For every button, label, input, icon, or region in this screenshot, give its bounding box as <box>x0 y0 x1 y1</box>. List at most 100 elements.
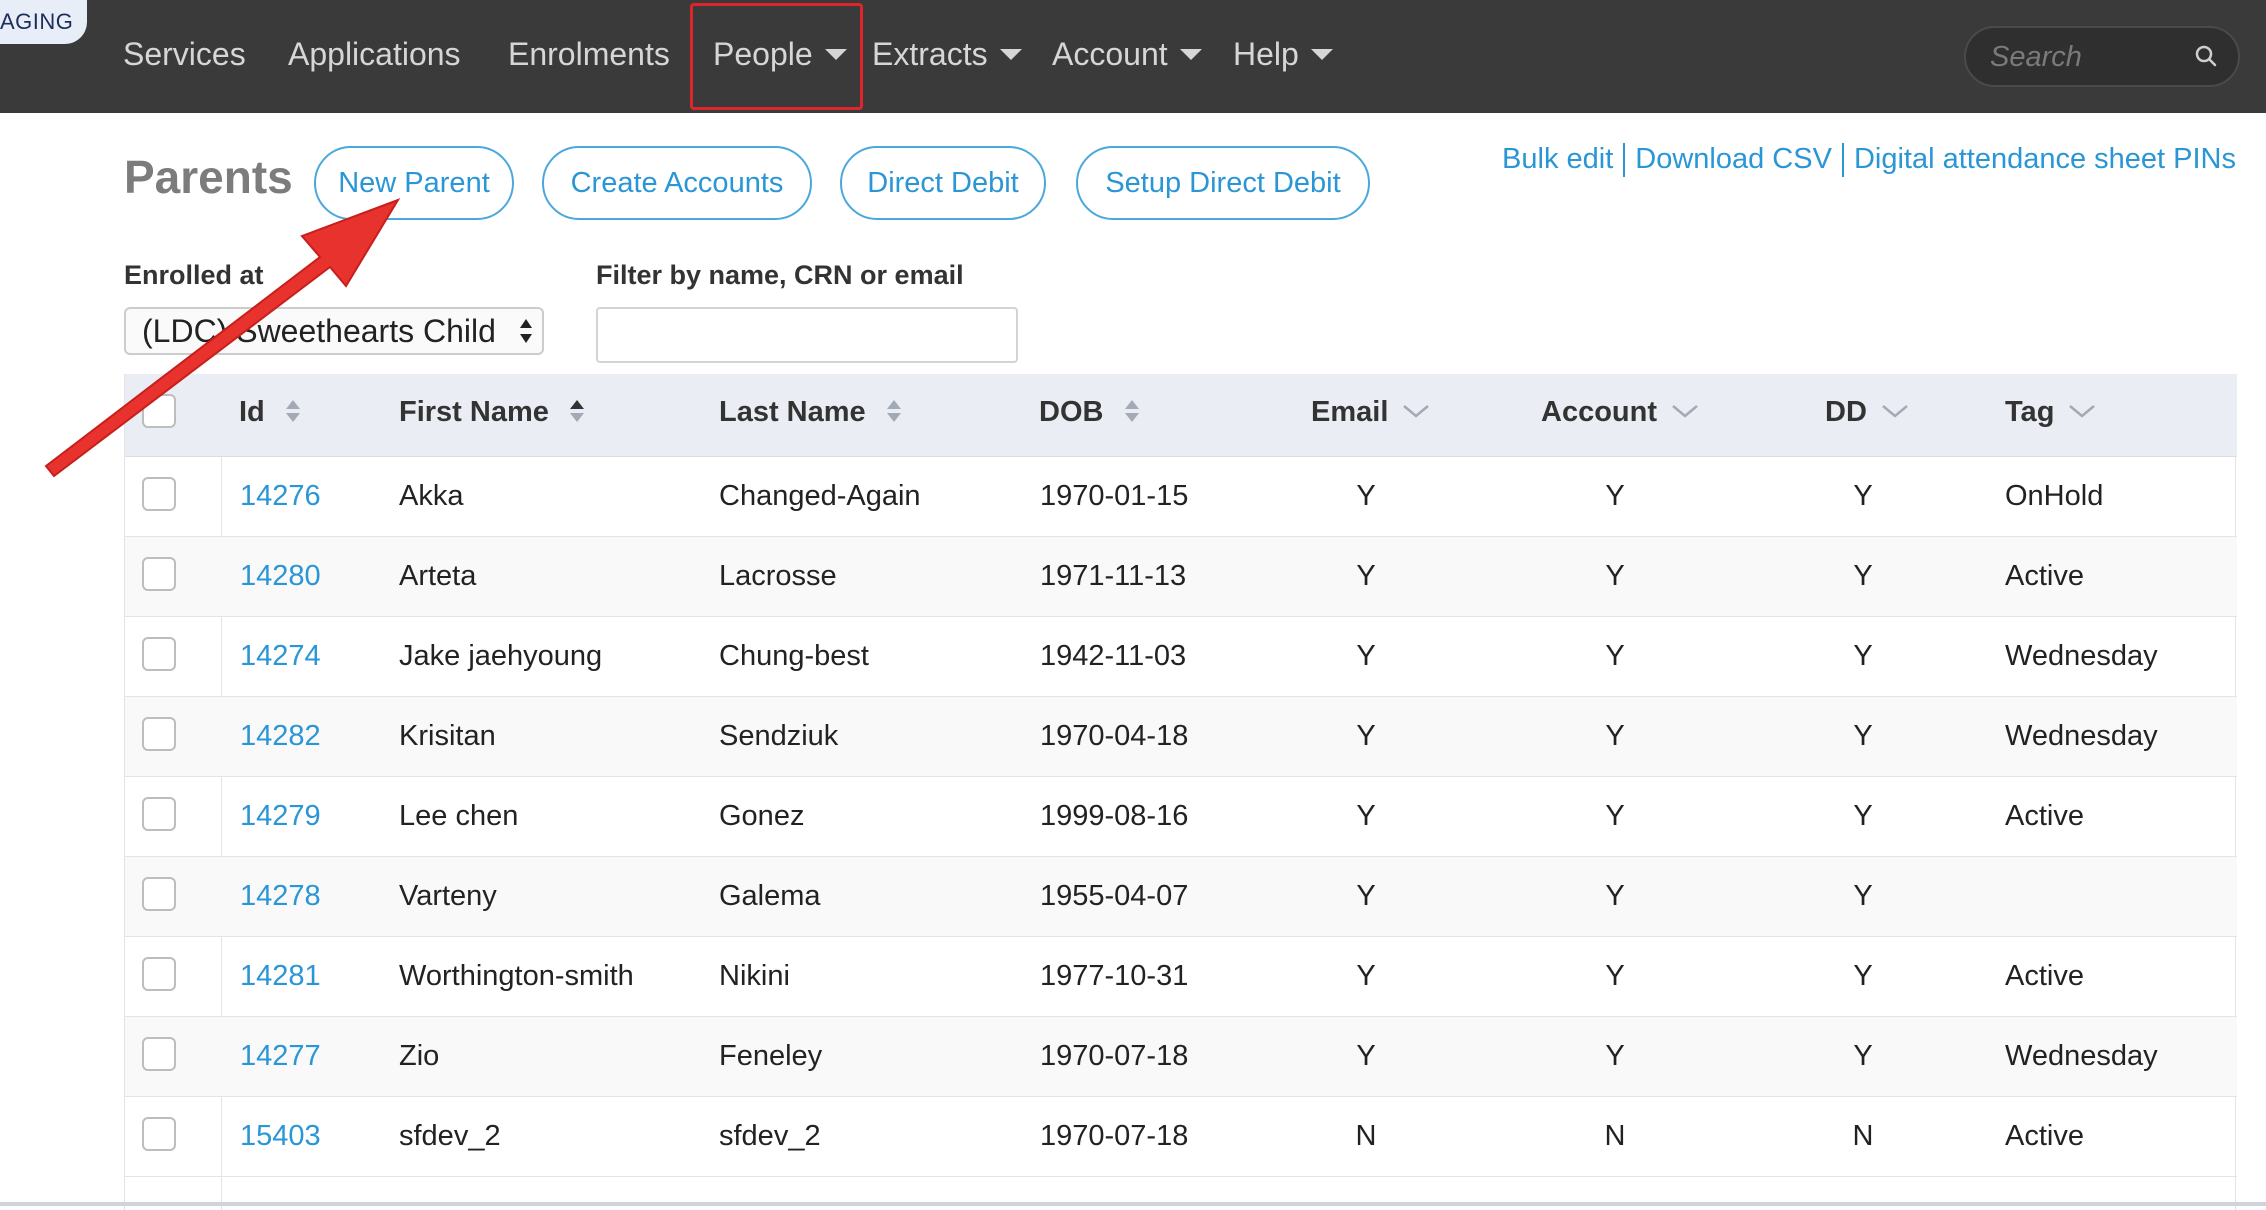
row-first-name: Varteny <box>399 880 497 912</box>
attendance-pins-link[interactable]: Digital attendance sheet PINs <box>1854 143 2236 175</box>
row-account: Y <box>1605 800 1625 832</box>
row-first-name: Arteta <box>399 560 477 592</box>
select-all-checkbox[interactable] <box>142 394 176 428</box>
row-account: N <box>1604 1120 1626 1152</box>
row-email: Y <box>1356 1040 1376 1072</box>
table-row[interactable]: 15403 sfdev_2 sfdev_2 1970-07-18 N N N A… <box>125 1097 2237 1177</box>
row-account: Y <box>1605 960 1625 992</box>
row-first-name: Lee chen <box>399 800 519 832</box>
nav-extracts-label: Extracts <box>872 36 988 72</box>
setup-direct-debit-button[interactable]: Setup Direct Debit <box>1076 146 1370 220</box>
filter-label: Filter by name, CRN or email <box>596 260 964 290</box>
nav-enrolments[interactable]: Enrolments <box>508 28 670 80</box>
table-row[interactable]: 14276 Akka Changed-Again 1970-01-15 Y Y … <box>125 457 2237 537</box>
enrolled-at-value: (LDC) Sweethearts Child <box>142 313 496 349</box>
row-id-link[interactable]: 14274 <box>240 640 321 673</box>
column-account[interactable]: Account <box>1541 396 1699 429</box>
row-checkbox[interactable] <box>142 637 176 671</box>
row-email: N <box>1355 1120 1377 1152</box>
row-id-link[interactable]: 14280 <box>240 560 321 593</box>
direct-debit-button[interactable]: Direct Debit <box>840 146 1046 220</box>
column-dd-label: DD <box>1825 396 1867 428</box>
table-row[interactable]: 14277 Zio Feneley 1970-07-18 Y Y Y Wedne… <box>125 1017 2237 1097</box>
table-row[interactable]: 14281 Worthington-smith Nikini 1977-10-3… <box>125 937 2237 1017</box>
row-checkbox[interactable] <box>142 1037 176 1071</box>
row-checkbox[interactable] <box>142 717 176 751</box>
nav-services[interactable]: Services <box>123 28 246 80</box>
row-account: Y <box>1605 480 1625 512</box>
row-last-name: Sendziuk <box>719 720 839 752</box>
row-checkbox[interactable] <box>142 957 176 991</box>
row-id-link[interactable]: 15403 <box>240 1120 321 1153</box>
nav-applications[interactable]: Applications <box>288 28 461 80</box>
row-email: Y <box>1356 480 1376 512</box>
new-parent-button[interactable]: New Parent <box>314 146 514 220</box>
table-row[interactable]: 14274 Jake jaehyoung Chung-best 1942-11-… <box>125 617 2237 697</box>
row-checkbox[interactable] <box>142 797 176 831</box>
row-tag: Active <box>2005 560 2084 592</box>
row-dd: Y <box>1853 480 1873 512</box>
row-dd: Y <box>1853 720 1873 752</box>
row-dob: 1970-04-18 <box>1040 720 1189 752</box>
row-last-name: Galema <box>719 880 821 912</box>
row-checkbox[interactable] <box>142 877 176 911</box>
column-last-name[interactable]: Last Name <box>719 396 902 429</box>
row-id-link[interactable]: 14276 <box>240 480 321 513</box>
row-id-link[interactable]: 14278 <box>240 880 321 913</box>
row-tag: Wednesday <box>2005 640 2158 672</box>
caret-down-icon <box>1310 49 1333 61</box>
column-tag[interactable]: Tag <box>2005 396 2096 429</box>
column-dob-label: DOB <box>1039 396 1104 428</box>
row-first-name: Krisitan <box>399 720 496 752</box>
search-icon[interactable] <box>2192 42 2222 72</box>
nav-help[interactable]: Help <box>1233 28 1333 80</box>
table-row[interactable]: 14279 Lee chen Gonez 1999-08-16 Y Y Y Ac… <box>125 777 2237 857</box>
row-dob: 1942-11-03 <box>1040 640 1187 672</box>
filter-input[interactable] <box>596 307 1018 363</box>
table-row[interactable]: 14282 Krisitan Sendziuk 1970-04-18 Y Y Y… <box>125 697 2237 777</box>
row-id-link[interactable]: 14277 <box>240 1040 321 1073</box>
row-email: Y <box>1356 640 1376 672</box>
table-row[interactable]: 14278 Varteny Galema 1955-04-07 Y Y Y <box>125 857 2237 937</box>
row-id-link[interactable]: 14282 <box>240 720 321 753</box>
nav-account[interactable]: Account <box>1052 28 1202 80</box>
row-id-link[interactable]: 14279 <box>240 800 321 833</box>
row-dd: Y <box>1853 640 1873 672</box>
enrolled-at-select[interactable]: (LDC) Sweethearts Child <box>124 307 544 355</box>
column-email[interactable]: Email <box>1311 396 1430 429</box>
row-tag: Wednesday <box>2005 1040 2158 1072</box>
table-header: Id First Name Last Name DOB Email Accoun… <box>125 374 2237 457</box>
row-id-link[interactable]: 14281 <box>240 960 321 993</box>
row-checkbox[interactable] <box>142 557 176 591</box>
column-first-name[interactable]: First Name <box>399 396 585 429</box>
download-csv-link[interactable]: Download CSV <box>1635 143 1832 175</box>
column-dob[interactable]: DOB <box>1039 396 1140 429</box>
search-input[interactable] <box>1990 40 2190 74</box>
row-dob: 1977-10-31 <box>1040 960 1189 992</box>
row-tag: OnHold <box>2005 480 2104 512</box>
create-accounts-button[interactable]: Create Accounts <box>542 146 812 220</box>
column-dd[interactable]: DD <box>1825 396 1909 429</box>
row-dd: Y <box>1853 1040 1873 1072</box>
row-account: Y <box>1605 720 1625 752</box>
row-account: Y <box>1605 560 1625 592</box>
row-dd: Y <box>1853 560 1873 592</box>
row-last-name: Lacrosse <box>719 560 837 592</box>
row-last-name: Nikini <box>719 960 790 992</box>
row-email: Y <box>1356 720 1376 752</box>
nav-help-label: Help <box>1233 36 1299 72</box>
row-email: Y <box>1356 880 1376 912</box>
row-account: Y <box>1605 1040 1625 1072</box>
row-checkbox[interactable] <box>142 1117 176 1151</box>
bulk-edit-link[interactable]: Bulk edit <box>1502 143 1613 175</box>
row-tag: Active <box>2005 1120 2084 1152</box>
nav-extracts[interactable]: Extracts <box>872 28 1022 80</box>
column-id[interactable]: Id <box>239 396 301 429</box>
row-checkbox[interactable] <box>142 477 176 511</box>
nav-account-label: Account <box>1052 36 1168 72</box>
row-tag: Active <box>2005 960 2084 992</box>
nav-search[interactable] <box>1964 26 2240 87</box>
table-row[interactable]: 14280 Arteta Lacrosse 1971-11-13 Y Y Y A… <box>125 537 2237 617</box>
row-tag: Wednesday <box>2005 720 2158 752</box>
caret-down-icon <box>1179 49 1202 61</box>
